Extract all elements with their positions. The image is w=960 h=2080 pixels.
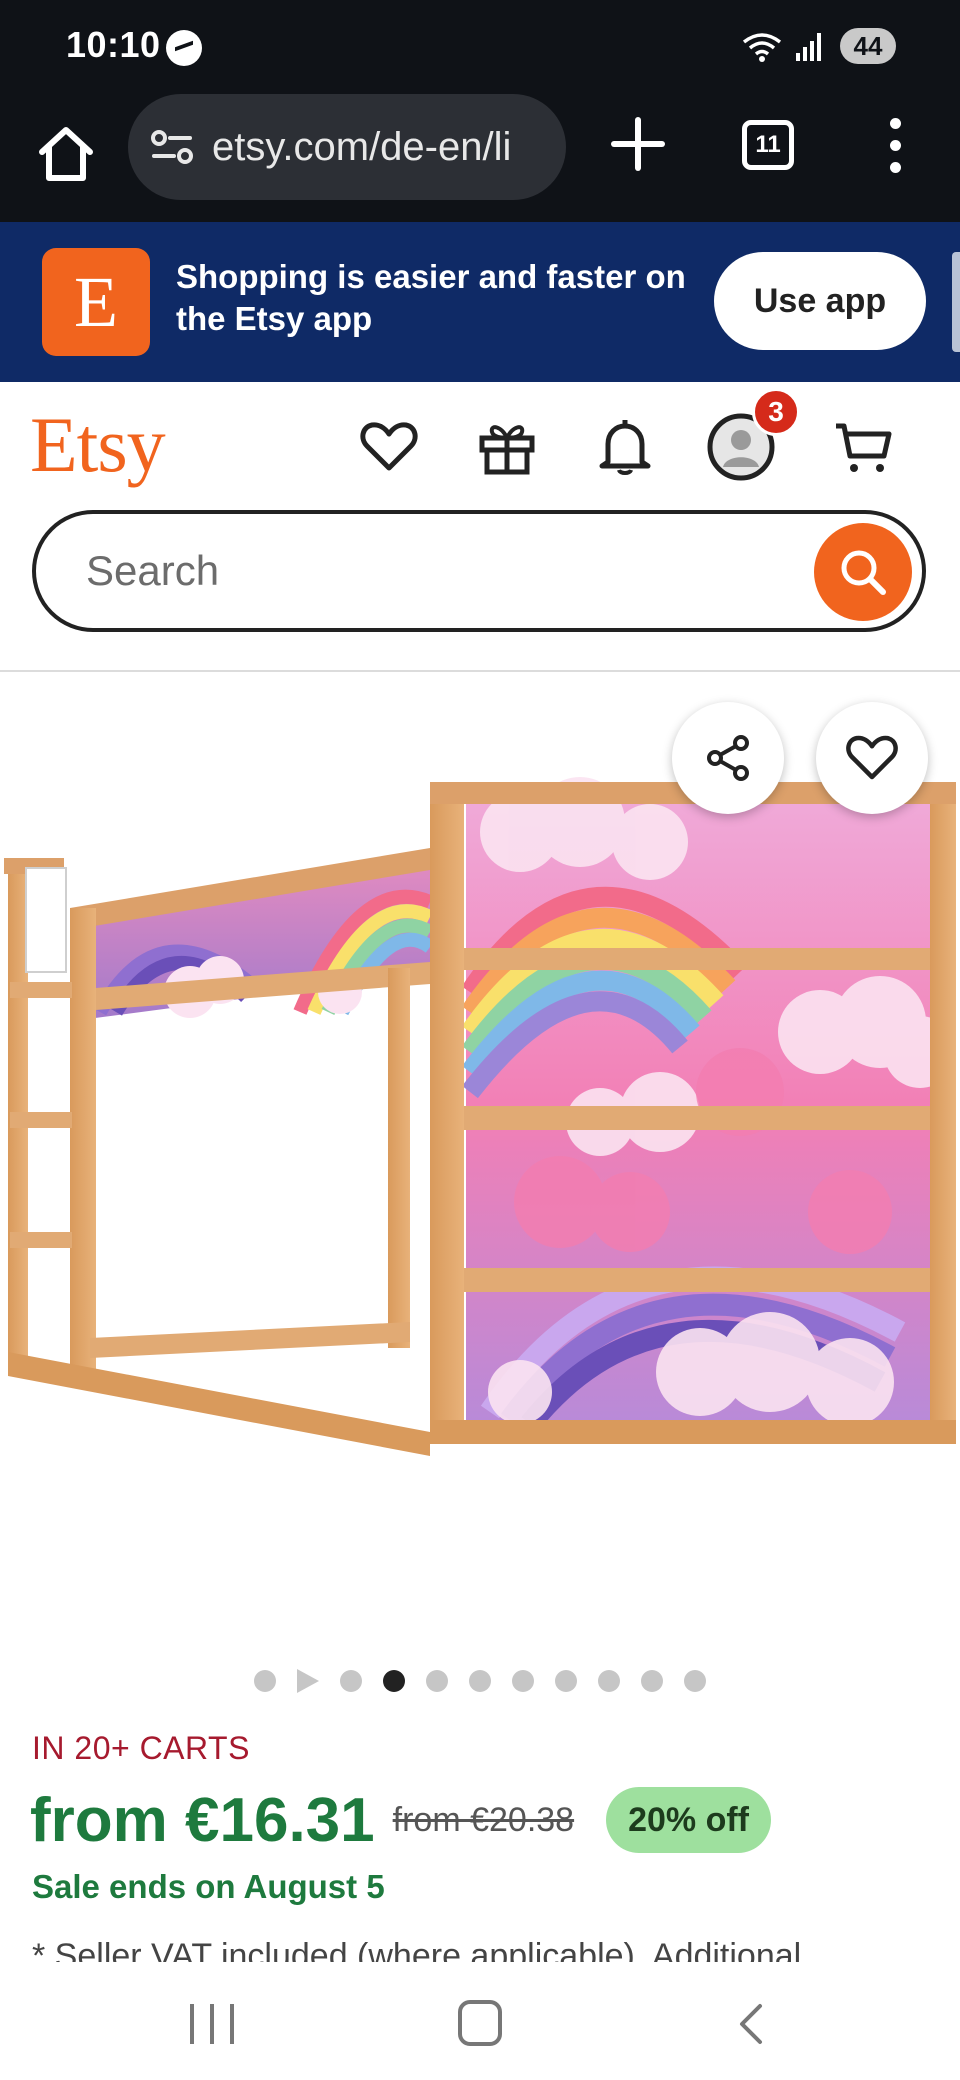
carousel-dot[interactable] xyxy=(555,1670,577,1692)
carousel-dot[interactable] xyxy=(641,1670,663,1692)
site-settings-icon[interactable] xyxy=(150,129,194,165)
wifi-icon xyxy=(742,33,782,62)
back-button[interactable] xyxy=(732,2002,772,2046)
status-time: 10:10 xyxy=(66,24,161,65)
home-button[interactable] xyxy=(458,2000,502,2046)
loft-bed-illustration xyxy=(4,777,956,1456)
use-app-button[interactable]: Use app xyxy=(714,252,926,350)
heart-icon[interactable] xyxy=(358,416,420,478)
status-bar: 10:10 44 xyxy=(0,0,960,92)
scroll-indicator xyxy=(952,252,960,352)
url-text: etsy.com/de-en/li xyxy=(212,124,512,169)
site-header: Etsy Search xyxy=(0,382,960,672)
carousel-dot[interactable] xyxy=(598,1670,620,1692)
tabs-icon[interactable]: 11 xyxy=(742,120,794,170)
heart-icon xyxy=(846,735,898,780)
gift-icon[interactable] xyxy=(476,416,538,478)
price-row: from €16.31 from €20.38 20% off xyxy=(30,1782,772,1858)
favorite-button[interactable] xyxy=(816,702,928,814)
notification-badge: 3 xyxy=(752,388,800,436)
share-icon xyxy=(707,735,749,781)
carousel-dot[interactable] xyxy=(254,1670,276,1692)
system-nav-bar xyxy=(0,1962,960,2080)
menu-icon[interactable] xyxy=(876,116,916,176)
home-icon[interactable] xyxy=(34,122,98,186)
cart-icon[interactable] xyxy=(832,416,894,478)
search-field[interactable]: Search xyxy=(32,510,926,632)
messenger-icon xyxy=(166,30,202,66)
carousel-dot[interactable] xyxy=(512,1670,534,1692)
battery-icon: 44 xyxy=(840,28,896,64)
url-bar[interactable]: etsy.com/de-en/li xyxy=(128,94,566,200)
signal-icon xyxy=(796,31,826,61)
search-input[interactable]: Search xyxy=(86,547,219,595)
original-price: from €20.38 xyxy=(392,1800,575,1839)
new-tab-icon[interactable] xyxy=(608,114,668,174)
carousel-dot[interactable] xyxy=(426,1670,448,1692)
share-button[interactable] xyxy=(672,702,784,814)
sale-ends-text: Sale ends on August 5 xyxy=(32,1868,385,1905)
search-icon xyxy=(841,550,886,595)
bell-icon[interactable] xyxy=(594,416,656,478)
carousel-dot[interactable] xyxy=(340,1670,362,1692)
etsy-app-icon: E xyxy=(42,248,150,356)
status-icons: 44 xyxy=(742,24,896,68)
search-button[interactable] xyxy=(814,523,912,621)
carousel-dot[interactable] xyxy=(684,1670,706,1692)
discount-badge: 20% off xyxy=(606,1787,772,1853)
recent-apps-button[interactable] xyxy=(190,2004,234,2044)
product-image[interactable] xyxy=(0,672,960,1612)
image-carousel-dots[interactable] xyxy=(0,1666,960,1696)
carousel-dot-active[interactable] xyxy=(383,1670,405,1692)
carousel-video-indicator[interactable] xyxy=(297,1669,319,1693)
app-banner: E Shopping is easier and faster on the E… xyxy=(0,222,960,382)
browser-toolbar: etsy.com/de-en/li 11 xyxy=(0,92,960,222)
etsy-logo[interactable]: Etsy xyxy=(30,400,166,490)
current-price: from €16.31 xyxy=(30,1785,375,1855)
in-carts-label: IN 20+ CARTS xyxy=(32,1730,250,1766)
app-banner-message: Shopping is easier and faster on the Ets… xyxy=(176,258,686,337)
carousel-dot[interactable] xyxy=(469,1670,491,1692)
vat-note: * Seller VAT included (where applicable)… xyxy=(32,1937,802,1962)
